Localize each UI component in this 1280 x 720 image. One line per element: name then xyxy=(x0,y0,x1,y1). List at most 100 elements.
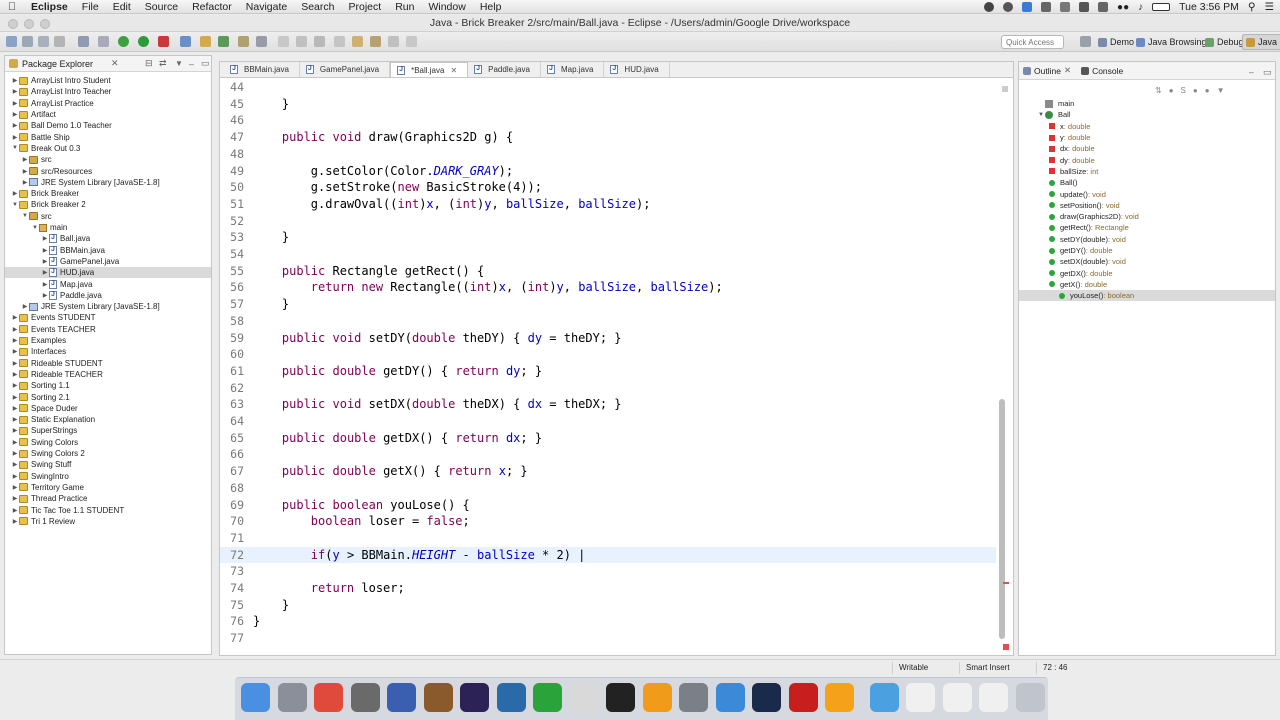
menu-window[interactable]: Window xyxy=(421,1,472,13)
tree-item[interactable]: ▶ SwingIntro xyxy=(5,471,211,482)
code-line[interactable]: 48 xyxy=(220,146,996,163)
collapsed-arrow-icon[interactable]: ▶ xyxy=(41,281,49,288)
code-line[interactable]: 76} xyxy=(220,613,996,630)
code-line[interactable]: 68 xyxy=(220,480,996,497)
tree-item[interactable]: ▶ Space Duder xyxy=(5,403,211,414)
outline-item[interactable]: update() : void xyxy=(1049,188,1106,199)
trash-icon[interactable] xyxy=(1015,683,1045,712)
maximize-view-icon[interactable]: ▭ xyxy=(201,58,210,69)
code-line[interactable]: 44 xyxy=(220,79,996,96)
status-menu-icon[interactable] xyxy=(984,2,995,12)
opera-icon[interactable] xyxy=(825,683,854,712)
tree-item[interactable]: ▶ Tic Tac Toe 1.1 STUDENT xyxy=(5,504,211,515)
utilities-icon[interactable] xyxy=(679,683,708,712)
collapsed-arrow-icon[interactable]: ▶ xyxy=(11,100,19,107)
collapsed-arrow-icon[interactable]: ▶ xyxy=(21,168,29,175)
outline-item[interactable]: getDY() : double xyxy=(1049,245,1113,256)
collapsed-arrow-icon[interactable]: ▶ xyxy=(11,450,19,457)
collapsed-arrow-icon[interactable]: ▶ xyxy=(11,405,19,412)
editor-tab[interactable]: Map.java xyxy=(541,62,605,77)
photoshop-icon[interactable] xyxy=(752,683,781,712)
open-perspective-icon[interactable] xyxy=(1080,36,1091,47)
new-package-icon[interactable] xyxy=(200,36,211,47)
expanded-arrow-icon[interactable]: ▼ xyxy=(21,213,29,219)
tree-item[interactable]: ▶ Thread Practice xyxy=(5,493,211,504)
outline-item[interactable]: setDY(double) : void xyxy=(1049,234,1126,245)
collapsed-arrow-icon[interactable]: ▶ xyxy=(11,77,19,84)
collapsed-arrow-icon[interactable]: ▶ xyxy=(11,416,19,423)
expanded-arrow-icon[interactable]: ▼ xyxy=(11,145,19,151)
code-line[interactable]: 56 return new Rectangle((int)x, (int)y, … xyxy=(220,279,996,296)
tree-item[interactable]: ▶ Sorting 1.1 xyxy=(5,380,211,391)
eclipse-icon[interactable] xyxy=(460,683,489,712)
expanded-arrow-icon[interactable]: ▼ xyxy=(11,202,19,208)
window-minimize-button[interactable] xyxy=(24,19,34,29)
menu-run[interactable]: Run xyxy=(388,1,421,13)
outline-item[interactable]: Ball() xyxy=(1049,177,1078,188)
annotation-icon[interactable] xyxy=(296,36,307,47)
status-menu-icon[interactable] xyxy=(1079,2,1090,12)
collapsed-arrow-icon[interactable]: ▶ xyxy=(11,337,19,344)
collapsed-arrow-icon[interactable]: ▶ xyxy=(11,360,19,367)
outline-item[interactable]: draw(Graphics2D) : void xyxy=(1049,211,1139,222)
tree-item[interactable]: ▶ Events TEACHER xyxy=(5,324,211,335)
perspective-java-browsing[interactable]: Java Browsing xyxy=(1133,34,1210,50)
code-line[interactable]: 63 public void setDX(double theDX) { dx … xyxy=(220,396,996,413)
collapsed-arrow-icon[interactable]: ▶ xyxy=(41,269,49,276)
code-line[interactable]: 62 xyxy=(220,380,996,397)
quicktime-icon[interactable] xyxy=(496,683,526,712)
code-line[interactable]: 74 return loser; xyxy=(220,580,996,597)
close-tab-icon[interactable]: ✕ xyxy=(450,66,457,75)
tree-item[interactable]: ▶ Rideable TEACHER xyxy=(5,369,211,380)
tree-item[interactable]: ▶ ArrayList Intro Teacher xyxy=(5,86,211,97)
collapsed-arrow-icon[interactable]: ▶ xyxy=(11,518,19,525)
tree-item[interactable]: ▼ Brick Breaker 2 xyxy=(5,199,211,210)
whitespace-icon[interactable] xyxy=(334,36,345,47)
code-line[interactable]: 75 } xyxy=(220,597,996,614)
code-line[interactable]: 66 xyxy=(220,446,996,463)
battery-icon[interactable] xyxy=(1152,3,1171,11)
tree-item[interactable]: ▶ BBMain.java xyxy=(5,245,211,256)
tree-item[interactable]: ▶ JRE System Library [JavaSE-1.8] xyxy=(5,301,211,312)
collapsed-arrow-icon[interactable]: ▶ xyxy=(21,303,29,310)
tree-item[interactable]: ▼ main xyxy=(5,222,211,233)
notification-center-icon[interactable]: ☰ xyxy=(1265,1,1274,13)
code-line[interactable]: 51 g.drawOval((int)x, (int)y, ballSize, … xyxy=(220,196,996,213)
collapsed-arrow-icon[interactable]: ▶ xyxy=(11,88,19,95)
menu-edit[interactable]: Edit xyxy=(106,1,138,13)
tab-outline[interactable]: Outline ✕ xyxy=(1023,65,1071,76)
menu-help[interactable]: Help xyxy=(473,1,509,13)
collapsed-arrow-icon[interactable]: ▶ xyxy=(11,348,19,355)
collapsed-arrow-icon[interactable]: ▶ xyxy=(11,439,19,446)
error-summary-icon[interactable] xyxy=(1003,644,1009,650)
editor-vertical-scrollbar[interactable] xyxy=(998,79,1006,655)
code-line[interactable]: 46 xyxy=(220,112,996,129)
outline-item[interactable]: main xyxy=(1037,98,1074,109)
code-line[interactable]: 55 public Rectangle getRect() { xyxy=(220,263,996,280)
tree-item[interactable]: ▶ HUD.java xyxy=(5,267,211,279)
perspective-debug[interactable]: Debug xyxy=(1202,34,1247,50)
code-line[interactable]: 54 xyxy=(220,246,996,263)
instruments-icon[interactable] xyxy=(387,683,416,712)
collapsed-arrow-icon[interactable]: ▶ xyxy=(11,314,19,321)
tree-item[interactable]: ▶ Events STUDENT xyxy=(5,312,211,323)
scrollbar-thumb[interactable] xyxy=(999,399,1005,639)
collapsed-arrow-icon[interactable]: ▶ xyxy=(11,326,19,333)
close-icon[interactable]: ✕ xyxy=(1064,65,1071,76)
messages-icon[interactable] xyxy=(533,683,562,712)
editor-tab[interactable]: BBMain.java xyxy=(224,62,300,77)
tree-item[interactable]: ▶ Examples xyxy=(5,335,211,346)
view-menu-icon[interactable]: ▼ xyxy=(1217,86,1225,95)
collapsed-arrow-icon[interactable]: ▶ xyxy=(11,427,19,434)
new-java-project-icon[interactable] xyxy=(180,36,191,47)
collapsed-arrow-icon[interactable]: ▶ xyxy=(11,394,19,401)
menu-project[interactable]: Project xyxy=(342,1,389,13)
outline-item[interactable]: getX() : double xyxy=(1049,279,1107,290)
finder-icon[interactable] xyxy=(241,683,270,712)
perspective-java[interactable]: Java xyxy=(1242,34,1280,50)
editor-tab[interactable]: GamePanel.java xyxy=(300,62,391,77)
new-icon[interactable] xyxy=(6,36,17,47)
tree-item[interactable]: ▶ Paddle.java xyxy=(5,290,211,301)
perspective-demo[interactable]: Demo xyxy=(1095,34,1137,50)
tree-item[interactable]: ▶ Ball.java xyxy=(5,233,211,244)
